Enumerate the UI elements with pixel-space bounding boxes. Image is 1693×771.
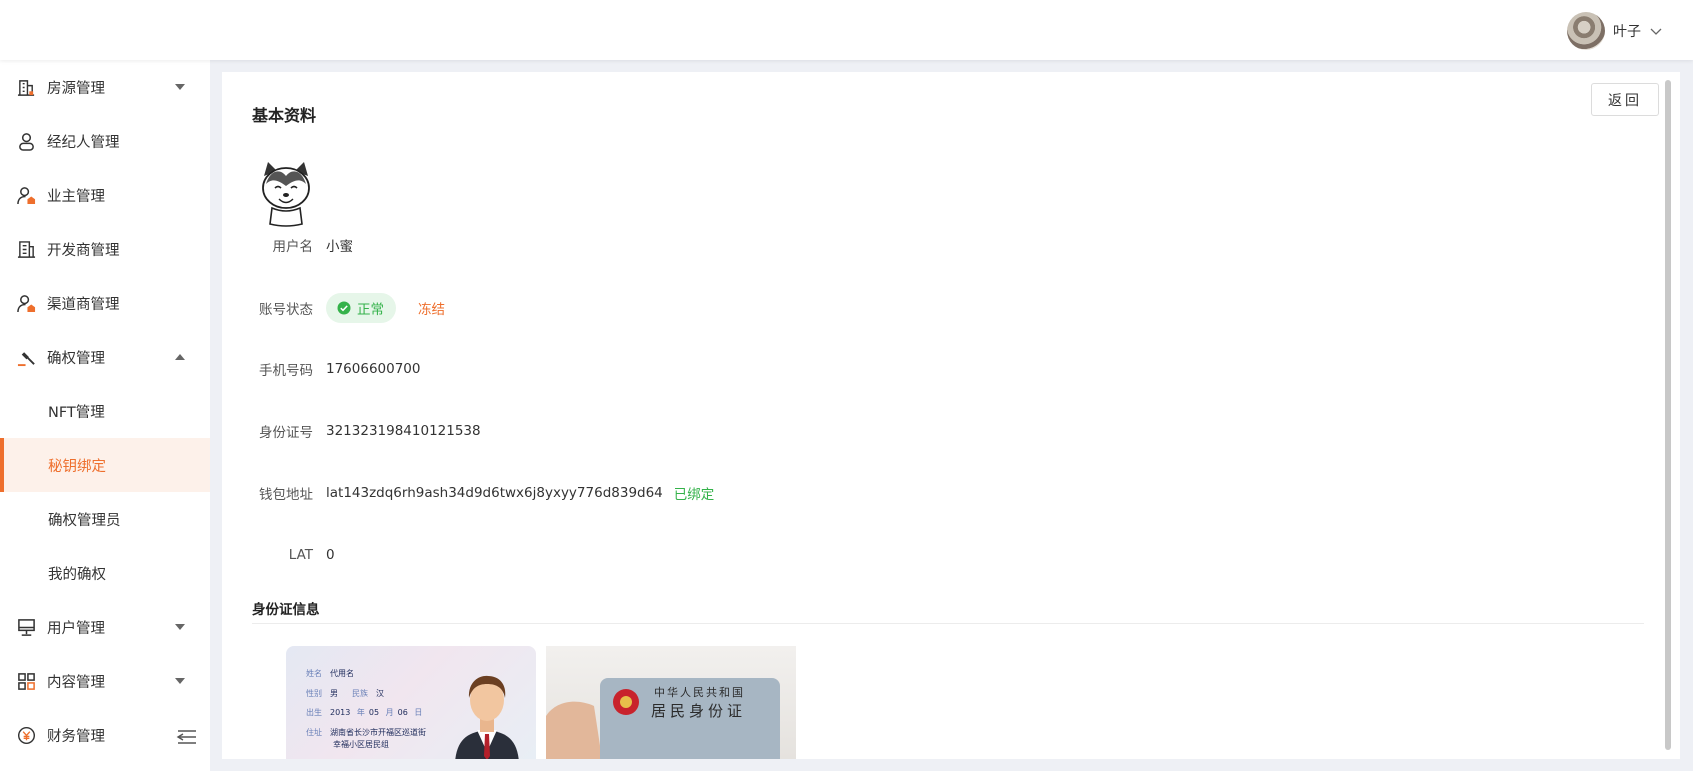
channel-icon xyxy=(17,294,36,313)
caret-down-icon[interactable] xyxy=(175,678,185,684)
lat-value: 0 xyxy=(326,547,335,563)
sidebar-subitem-key-binding[interactable]: 秘钥绑定 xyxy=(0,438,210,492)
sidebar-item-users[interactable]: 用户管理 xyxy=(0,600,210,654)
yen-icon xyxy=(17,726,36,745)
sidebar-subitem-my-rights[interactable]: 我的确权 xyxy=(0,546,210,600)
sidebar-item-label: 内容管理 xyxy=(47,674,105,691)
sidebar-item-label: 经纪人管理 xyxy=(47,134,120,151)
scrollbar[interactable] xyxy=(1665,80,1671,750)
divider xyxy=(252,623,1644,624)
sidebar-item-label: 开发商管理 xyxy=(47,242,120,259)
username-value: 小蜜 xyxy=(326,239,353,255)
back-button[interactable]: 返回 xyxy=(1591,83,1659,116)
grid-icon xyxy=(17,672,36,691)
status-label: 账号状态 xyxy=(259,302,313,318)
main-panel: 返回 基本资料 用户名 小蜜 账号状态 正常 冻结 手机号码 176066007… xyxy=(222,72,1680,759)
check-circle-icon xyxy=(337,301,351,315)
username-label: 用户名 xyxy=(272,239,314,255)
id-section-title: 身份证信息 xyxy=(252,602,320,618)
collapse-menu-icon[interactable] xyxy=(176,728,198,746)
gavel-icon xyxy=(17,348,36,367)
field-lat: LAT 0 xyxy=(252,541,335,569)
field-username: 用户名 小蜜 xyxy=(252,231,354,259)
sidebar-subitem-rights-admins[interactable]: 确权管理员 xyxy=(0,492,210,546)
phone-label: 手机号码 xyxy=(259,363,313,379)
page-title: 基本资料 xyxy=(252,106,317,125)
sidebar-subitem-label: 我的确权 xyxy=(48,566,106,583)
portrait-photo xyxy=(455,675,519,759)
freeze-link[interactable]: 冻结 xyxy=(418,298,445,318)
lat-label: LAT xyxy=(288,547,313,563)
user-menu[interactable]: 叶子 xyxy=(1567,11,1663,51)
status-badge: 正常 xyxy=(326,293,396,323)
building-icon xyxy=(17,78,36,97)
id-card-back-image[interactable]: 中华人民共和国 居民身份证 xyxy=(546,646,796,759)
sidebar-subitem-label: 秘钥绑定 xyxy=(48,458,106,475)
user-name[interactable]: 叶子 xyxy=(1613,21,1641,41)
field-id-number: 身份证号 321323198410121538 xyxy=(252,417,481,445)
field-account-status: 账号状态 正常 冻结 xyxy=(252,293,445,323)
office-icon xyxy=(17,240,36,259)
phone-value: 17606600700 xyxy=(326,361,421,377)
wallet-value: lat143zdq6rh9ash34d9d6twx6j8yxyy776d839d… xyxy=(326,485,663,501)
sidebar-item-channels[interactable]: 渠道商管理 xyxy=(0,276,210,330)
sidebar-subitem-label: 确权管理员 xyxy=(48,512,121,529)
caret-down-icon[interactable] xyxy=(175,84,185,90)
sidebar-item-content[interactable]: 内容管理 xyxy=(0,654,210,708)
field-wallet: 钱包地址 lat143zdq6rh9ash34d9d6twx6j8yxyy776… xyxy=(252,479,714,507)
chevron-down-icon[interactable] xyxy=(1649,24,1663,38)
wallet-status: 已绑定 xyxy=(673,487,715,503)
field-phone: 手机号码 17606600700 xyxy=(252,355,420,383)
monitor-icon xyxy=(17,618,36,637)
sidebar-item-label: 业主管理 xyxy=(47,188,105,205)
sidebar-subitem-nft[interactable]: NFT管理 xyxy=(0,384,210,438)
idnum-label: 身份证号 xyxy=(259,425,313,441)
sidebar-subitem-label: NFT管理 xyxy=(48,404,105,421)
sidebar-item-properties[interactable]: 房源管理 xyxy=(0,60,210,114)
idnum-value: 321323198410121538 xyxy=(326,423,481,439)
person-icon xyxy=(17,132,36,151)
profile-avatar xyxy=(262,162,310,227)
sidebar-item-label: 确权管理 xyxy=(47,350,105,367)
sidebar-item-owners[interactable]: 业主管理 xyxy=(0,168,210,222)
sidebar-item-rights[interactable]: 确权管理 xyxy=(0,330,210,384)
owner-icon xyxy=(17,186,36,205)
sidebar-item-label: 房源管理 xyxy=(47,80,105,97)
sidebar-item-label: 财务管理 xyxy=(47,728,105,745)
top-header: 叶子 xyxy=(0,0,1693,60)
sidebar-item-agents[interactable]: 经纪人管理 xyxy=(0,114,210,168)
sidebar-item-label: 渠道商管理 xyxy=(47,296,120,313)
sidebar-item-label: 用户管理 xyxy=(47,620,105,637)
caret-up-icon[interactable] xyxy=(175,354,185,360)
caret-down-icon[interactable] xyxy=(175,624,185,630)
status-value: 正常 xyxy=(357,302,384,318)
sidebar-item-developers[interactable]: 开发商管理 xyxy=(0,222,210,276)
wallet-label: 钱包地址 xyxy=(259,487,313,503)
sidebar: 房源管理 经纪人管理 业主管理 开发商管理 渠道商管理 确权管理 NFT管理 秘… xyxy=(0,60,210,771)
user-avatar[interactable] xyxy=(1567,12,1605,50)
id-card-front-image[interactable]: 姓名 代用名 性别男民族汉 出生 2013 年 05 月 06 日 住址 湖南省长沙市开福… xyxy=(286,646,536,759)
